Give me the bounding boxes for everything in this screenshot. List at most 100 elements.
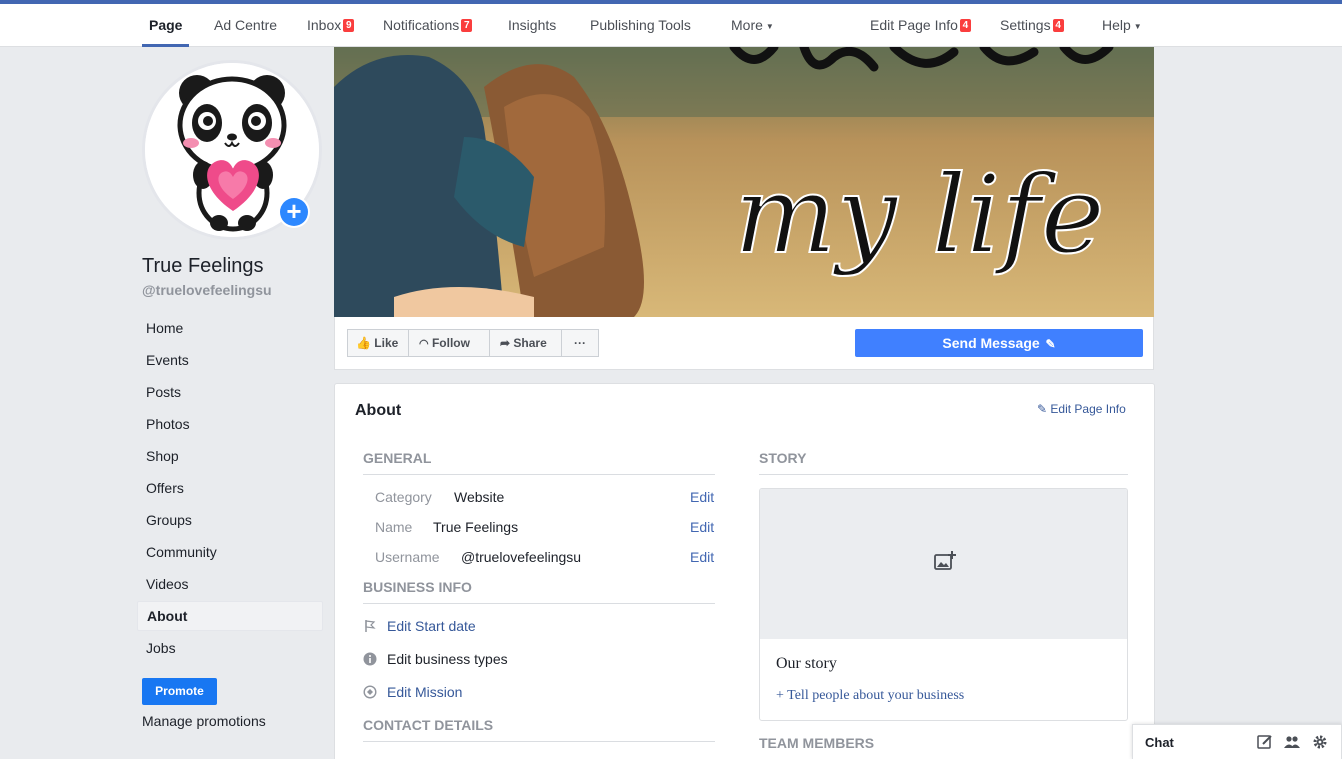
sidebar-item-photos[interactable]: Photos — [137, 409, 323, 439]
sidebar-item-label: Photos — [146, 416, 190, 432]
compose-icon[interactable] — [1257, 734, 1273, 750]
settings-badge: 4 — [1052, 19, 1064, 32]
follow-label: Follow — [431, 336, 470, 350]
chat-bar[interactable]: Chat — [1132, 724, 1342, 759]
tab-page[interactable]: Page — [142, 4, 190, 47]
about-title: About — [355, 402, 402, 419]
sidebar-item-label: Videos — [146, 576, 189, 592]
edit-page-info-link[interactable]: ✎ Edit Page Info — [1037, 402, 1126, 416]
tell-people-link[interactable]: + Tell people about your business — [776, 688, 964, 704]
tab-publishing-tools[interactable]: Publishing Tools — [590, 4, 691, 47]
edit-username-link[interactable]: Edit — [690, 549, 714, 565]
like-label: Like — [374, 336, 399, 350]
about-card: About ✎ Edit Page Info GENERAL Category … — [334, 383, 1155, 759]
team-members-heading: TEAM MEMBERS — [759, 735, 875, 751]
sidebar-item-label: Events — [146, 352, 189, 368]
tab-edit-page-info-label: Edit Page Info — [870, 17, 958, 33]
category-value: Website — [454, 489, 505, 505]
sidebar-item-label: Jobs — [146, 640, 176, 656]
info-icon — [363, 652, 377, 666]
flag-icon — [365, 620, 376, 632]
tab-inbox-label: Inbox — [307, 17, 342, 33]
sidebar-item-videos[interactable]: Videos — [137, 569, 323, 599]
sidebar-item-jobs[interactable]: Jobs — [137, 633, 323, 663]
add-photo-button[interactable]: + — [278, 196, 310, 228]
more-dots-icon: ··· — [574, 336, 586, 350]
rss-icon: ◠ — [419, 338, 429, 350]
edit-mission-link[interactable]: Edit Mission — [387, 684, 462, 700]
story-section-heading: STORY — [759, 450, 1128, 475]
plus-icon: + — [280, 198, 308, 226]
tab-edit-page-info[interactable]: Edit Page Info 4 — [870, 4, 971, 47]
more-options-button[interactable]: ··· — [561, 329, 599, 357]
tab-settings[interactable]: Settings 4 — [1000, 4, 1064, 47]
sidebar-item-posts[interactable]: Posts — [137, 377, 323, 407]
send-message-button[interactable]: Send Message ✎ — [855, 329, 1143, 357]
tab-insights[interactable]: Insights — [508, 4, 556, 47]
edit-name-link[interactable]: Edit — [690, 519, 714, 535]
cover-photo[interactable]: my life — [334, 47, 1154, 317]
tab-inbox[interactable]: Inbox 9 — [307, 4, 355, 47]
add-photo-icon — [934, 551, 956, 570]
edit-page-info-label: Edit Page Info — [1050, 402, 1126, 416]
sidebar-item-groups[interactable]: Groups — [137, 505, 323, 535]
people-icon[interactable] — [1284, 734, 1300, 750]
share-arrow-icon: ➦ — [500, 336, 511, 350]
edit-start-date-link[interactable]: Edit Start date — [387, 618, 476, 634]
edit-category-link[interactable]: Edit — [690, 489, 714, 505]
tab-page-label: Page — [149, 17, 183, 33]
tab-ad-centre[interactable]: Ad Centre — [214, 4, 277, 47]
sidebar-item-label: Shop — [146, 448, 179, 464]
inbox-badge: 9 — [343, 19, 355, 32]
tab-help[interactable]: Help ▼ — [1102, 4, 1142, 47]
pencil-icon: ✎ — [1037, 402, 1048, 416]
our-story-title: Our story — [776, 655, 837, 672]
mission-icon — [363, 685, 377, 699]
caret-down-icon: ▼ — [1133, 22, 1142, 31]
tab-settings-label: Settings — [1000, 17, 1051, 33]
page-top-nav: Page Ad Centre Inbox 9 Notifications 7 Ins… — [0, 4, 1342, 47]
sidebar-item-about[interactable]: About — [137, 601, 323, 631]
notifications-badge: 7 — [461, 19, 473, 32]
username-label: Username — [375, 549, 440, 565]
gear-icon[interactable] — [1312, 734, 1328, 750]
business-info-heading: BUSINESS INFO — [363, 579, 715, 604]
page-name: True Feelings — [142, 255, 264, 277]
sidebar-item-home[interactable]: Home — [137, 313, 323, 343]
sidebar-item-label: Community — [146, 544, 217, 560]
sidebar-item-label: Groups — [146, 512, 192, 528]
chat-label: Chat — [1145, 735, 1174, 750]
tab-more-label: More — [731, 17, 763, 33]
sidebar-item-label: About — [147, 608, 188, 624]
category-label: Category — [375, 489, 432, 505]
general-section-heading: GENERAL — [363, 450, 715, 475]
sidebar-item-community[interactable]: Community — [137, 537, 323, 567]
page-username[interactable]: @truelovefeelingsu — [142, 282, 272, 298]
edit-business-types-link[interactable]: Edit business types — [387, 651, 508, 667]
tab-notifications[interactable]: Notifications 7 — [383, 4, 473, 47]
like-button[interactable]: 👍 Like — [347, 329, 409, 357]
sidebar-item-events[interactable]: Events — [137, 345, 323, 375]
promote-button[interactable]: Promote — [142, 678, 217, 705]
story-card[interactable]: Our story + Tell people about your busin… — [759, 488, 1128, 721]
story-image-placeholder[interactable] — [760, 489, 1127, 639]
cover-caption: my life — [734, 153, 1105, 278]
manage-promotions-link[interactable]: Manage promotions — [142, 713, 266, 729]
sidebar-item-offers[interactable]: Offers — [137, 473, 323, 503]
sidebar-item-shop[interactable]: Shop — [137, 441, 323, 471]
sidebar-item-label: Home — [146, 320, 184, 336]
edit-page-info-badge: 4 — [959, 19, 971, 32]
name-value: True Feelings — [433, 519, 519, 535]
tab-more[interactable]: More ▼ — [731, 4, 774, 47]
tab-help-label: Help — [1102, 17, 1131, 33]
cover-image: my life — [334, 47, 1154, 317]
share-button[interactable]: ➦ Share — [489, 329, 562, 357]
send-message-label: Send Message — [942, 335, 1040, 351]
tab-notifications-label: Notifications — [383, 17, 460, 33]
page-action-bar: 👍 Like ◠ Follow ➦ Share ··· Send Message… — [334, 317, 1154, 370]
pencil-icon: ✎ — [1045, 337, 1056, 351]
sidebar-item-label: Posts — [146, 384, 182, 400]
follow-button[interactable]: ◠ Follow — [408, 329, 490, 357]
share-label: Share — [513, 336, 547, 350]
tab-insights-label: Insights — [508, 17, 557, 33]
